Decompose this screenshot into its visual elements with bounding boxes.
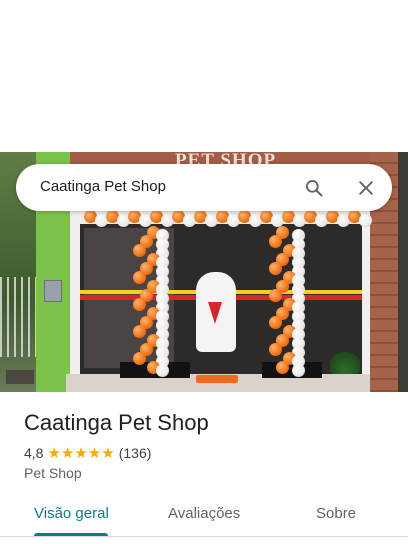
tab-about[interactable]: Sobre	[316, 505, 356, 522]
search-bar[interactable]: Caatinga Pet Shop	[16, 164, 392, 211]
map-blank-area	[0, 0, 408, 152]
search-icon[interactable]	[304, 178, 324, 198]
balloon	[133, 271, 146, 284]
balloon	[269, 262, 282, 275]
orange-doormat	[196, 375, 238, 383]
balloon	[276, 361, 289, 374]
tabs-divider	[0, 536, 408, 537]
balloon	[269, 289, 282, 302]
rating-value: 4,8	[24, 445, 44, 461]
ground-shadow	[6, 370, 34, 384]
dark-edge	[398, 152, 408, 392]
balloon	[269, 343, 282, 356]
search-input[interactable]: Caatinga Pet Shop	[40, 178, 166, 195]
place-title: Caatinga Pet Shop	[24, 410, 209, 435]
balloon	[133, 325, 146, 338]
balloon	[156, 364, 169, 377]
tab-reviews[interactable]: Avaliações	[168, 505, 240, 522]
reviews-count[interactable]: (136)	[119, 445, 152, 461]
close-icon[interactable]	[356, 178, 376, 198]
tab-overview[interactable]: Visão geral	[34, 505, 109, 522]
star-rating-icon: ★★★★★	[47, 445, 115, 462]
fence	[0, 277, 40, 357]
place-category[interactable]: Pet Shop	[24, 465, 82, 481]
balloon	[269, 235, 282, 248]
electric-box	[44, 280, 62, 302]
balloon	[269, 316, 282, 329]
balloon	[133, 298, 146, 311]
potted-plant	[330, 352, 360, 374]
balloon	[133, 244, 146, 257]
balloon	[292, 364, 305, 377]
balloon	[359, 214, 372, 227]
rating-row[interactable]: 4,8 ★★★★★ (136)	[24, 444, 151, 462]
balloon	[133, 352, 146, 365]
